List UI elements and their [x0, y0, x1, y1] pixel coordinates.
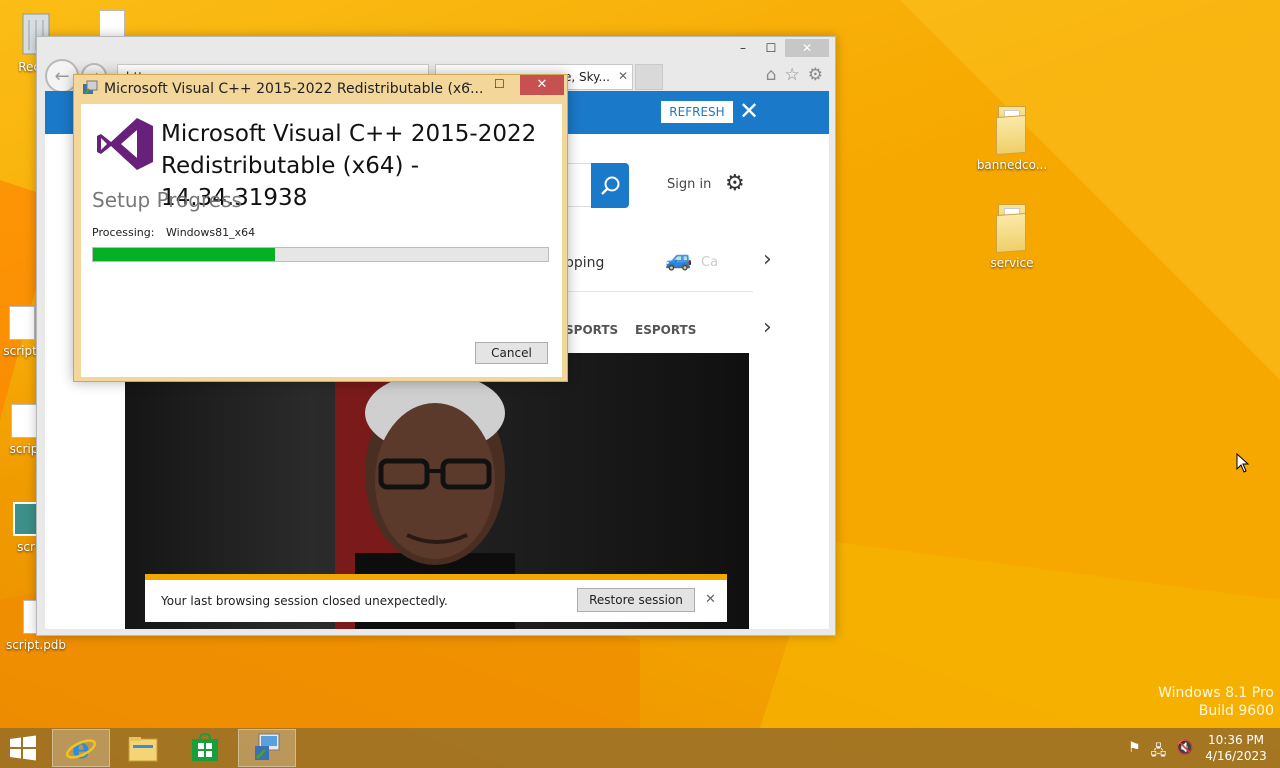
watermark-build: Build 9600	[1198, 703, 1274, 719]
close-button[interactable]: ✕	[785, 39, 829, 57]
progress-bar-fill	[93, 248, 275, 261]
window-caption-buttons: – ☐ ✕	[729, 39, 829, 57]
setup-progress-title: Setup Progress	[92, 188, 242, 212]
browser-toolbar-icons: ⌂ ☆ ⚙	[766, 65, 823, 85]
nav-sports[interactable]: SPORTS	[565, 323, 618, 337]
action-center-flag-icon[interactable]: ⚑	[1128, 740, 1141, 764]
file-explorer-icon	[128, 737, 158, 762]
progress-bar	[92, 247, 549, 262]
settings-gear-icon[interactable]: ⚙	[808, 65, 823, 85]
dialog-title: Microsoft Visual C++ 2015-2022 Redistrib…	[104, 81, 484, 97]
folder-icon	[994, 106, 1030, 156]
setup-installer-icon	[255, 733, 280, 760]
cancel-button[interactable]: Cancel	[475, 342, 548, 364]
desktop-icon-label: service	[990, 256, 1034, 270]
taskbar-installer[interactable]	[238, 729, 296, 767]
refresh-button[interactable]: REFRESH	[661, 101, 733, 123]
search-icon	[601, 176, 620, 195]
taskbar-store[interactable]	[176, 729, 234, 767]
network-icon[interactable]: 🖧	[1151, 740, 1167, 764]
desktop-icon-label: script.pdb	[5, 638, 67, 652]
file-icon	[9, 306, 35, 340]
search-button[interactable]	[591, 163, 629, 208]
desktop-icon-bannedco[interactable]: bannedco...	[972, 106, 1052, 172]
internet-explorer-icon: e	[65, 732, 97, 764]
maximize-button[interactable]: ☐	[494, 77, 505, 91]
session-restore-bar: Your last browsing session closed unexpe…	[145, 574, 727, 622]
divider	[565, 291, 753, 292]
favorites-star-icon[interactable]: ☆	[785, 65, 800, 85]
news-photo[interactable]: Your last browsing session closed unexpe…	[125, 353, 749, 629]
chevron-right-icon[interactable]: ›	[763, 315, 772, 340]
desktop-icon-label: scrip	[9, 442, 39, 456]
volume-muted-icon[interactable]: 🔇	[1176, 740, 1193, 764]
sign-in-link[interactable]: Sign in	[667, 177, 711, 192]
visual-studio-logo-icon	[95, 116, 155, 176]
taskbar-file-explorer[interactable]	[114, 729, 172, 767]
tab-close-icon[interactable]: ✕	[618, 69, 628, 83]
close-icon[interactable]: ✕	[705, 592, 716, 607]
car-icon[interactable]: 🚙	[665, 247, 692, 272]
minimize-button[interactable]: –	[466, 77, 473, 92]
desktop-icon-label: bannedco...	[976, 158, 1048, 172]
close-button[interactable]: ✕	[520, 75, 564, 95]
restore-session-button[interactable]: Restore session	[577, 588, 695, 612]
store-icon	[192, 733, 218, 761]
taskbar-internet-explorer[interactable]: e	[52, 729, 110, 767]
gear-icon[interactable]: ⚙	[725, 171, 745, 196]
minimize-button[interactable]: –	[729, 39, 757, 57]
svg-text:e: e	[72, 732, 90, 764]
installer-icon	[82, 80, 98, 100]
windows-logo-icon	[10, 735, 36, 761]
desktop-icon-label: scr	[17, 540, 35, 554]
restore-message: Your last browsing session closed unexpe…	[161, 594, 448, 608]
clock-date: 4/16/2023	[1205, 749, 1267, 763]
dialog-titlebar[interactable]: Microsoft Visual C++ 2015-2022 Redistrib…	[74, 75, 567, 103]
maximize-button[interactable]: ☐	[757, 39, 785, 57]
clock-time: 10:36 PM	[1208, 733, 1264, 747]
taskbar-clock[interactable]: 10:36 PM 4/16/2023	[1200, 732, 1272, 764]
dialog-body: Microsoft Visual C++ 2015-2022 Redistrib…	[81, 104, 562, 377]
category-cars[interactable]: Ca	[701, 255, 718, 270]
home-icon[interactable]: ⌂	[766, 65, 777, 85]
windows-watermark: Windows 8.1 Pro Build 9600	[1158, 684, 1274, 720]
nav-esports[interactable]: ESPORTS	[635, 323, 696, 337]
desktop-icon-service[interactable]: service	[972, 204, 1052, 270]
desktop: Recyc script. scrip scr script.pdb banne…	[0, 0, 1280, 768]
taskbar: e ⚑ 🖧 🔇 10:36 PM 4/16/2023	[0, 728, 1280, 768]
processing-value: Windows81_x64	[166, 226, 256, 239]
chevron-right-icon[interactable]: ›	[763, 247, 772, 272]
processing-label: Processing:	[92, 226, 155, 239]
vc-redist-installer-dialog: Microsoft Visual C++ 2015-2022 Redistrib…	[73, 74, 568, 382]
start-button[interactable]	[8, 734, 38, 766]
category-shopping[interactable]: pping	[565, 255, 604, 271]
arrow-left-icon: ←	[54, 65, 70, 87]
new-tab-button[interactable]	[635, 64, 663, 90]
banner-close-icon[interactable]: ✕	[739, 97, 759, 125]
product-name: Microsoft Visual C++ 2015-2022	[161, 121, 537, 147]
watermark-edition: Windows 8.1 Pro	[1158, 685, 1274, 701]
system-tray: ⚑ 🖧 🔇	[1128, 740, 1194, 764]
folder-icon	[994, 204, 1030, 254]
config-file-icon	[11, 404, 37, 438]
mouse-cursor-icon	[1236, 452, 1250, 477]
